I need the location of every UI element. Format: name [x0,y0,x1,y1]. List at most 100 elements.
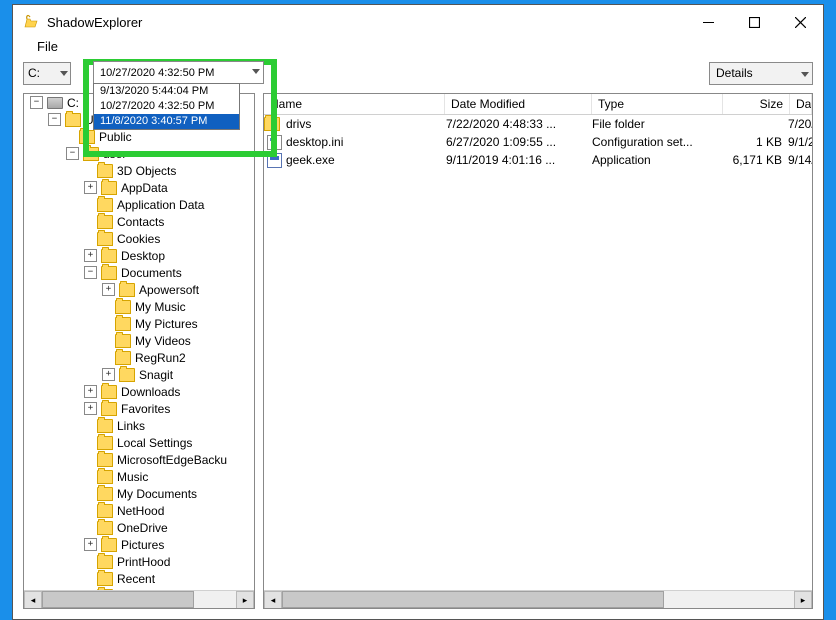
tree-node[interactable]: Local Settings [24,434,254,451]
folder-icon [266,117,282,131]
tree-node[interactable]: Cookies [24,230,254,247]
scroll-track[interactable] [42,591,236,608]
folder-icon [97,504,113,518]
tree-node[interactable]: 3D Objects [24,162,254,179]
expand-icon[interactable]: + [84,538,97,551]
expand-icon[interactable]: + [84,385,97,398]
file-type: Application [586,153,716,167]
tree-node-label: Contacts [117,215,164,229]
tree-node[interactable]: Recent [24,570,254,587]
scroll-thumb[interactable] [42,591,194,608]
scroll-thumb[interactable] [282,591,664,608]
tree-node[interactable]: My Pictures [24,315,254,332]
close-button[interactable] [777,6,823,38]
file-name: drivs [286,117,440,131]
expand-icon[interactable]: + [84,249,97,262]
view-mode-select[interactable]: Details [709,62,813,85]
collapse-icon[interactable]: − [30,96,43,109]
scroll-track[interactable] [282,591,794,608]
file-row[interactable]: desktop.ini6/27/2020 1:09:55 ...Configur… [264,133,812,151]
tree-node[interactable]: My Documents [24,485,254,502]
tree-node[interactable]: +AppData [24,179,254,196]
tree-node[interactable]: + Favorites [24,400,254,417]
snapshot-select[interactable]: 10/27/2020 4:32:50 PM [93,61,264,84]
tree-node[interactable]: +Pictures [24,536,254,553]
tree-node[interactable]: My Music [24,298,254,315]
expand-icon[interactable]: + [84,181,97,194]
tree-node[interactable]: My Videos [24,332,254,349]
collapse-icon[interactable]: − [48,113,61,126]
tree-node[interactable]: − Documents [24,264,254,281]
tree-node[interactable]: MicrosoftEdgeBacku [24,451,254,468]
snapshot-option[interactable]: 11/8/2020 3:40:57 PM [94,114,239,129]
tree-node[interactable]: Application Data [24,196,254,213]
column-header-modified[interactable]: Date Modified [445,94,592,114]
collapse-icon[interactable]: − [66,147,79,160]
tree-node[interactable]: +Snagit [24,366,254,383]
file-row[interactable]: drivs7/22/2020 4:48:33 ...File folder7/2… [264,115,812,133]
tree-node[interactable]: +Downloads [24,383,254,400]
tree-node[interactable]: PrintHood [24,553,254,570]
tree-node-label: C: [67,96,79,110]
tree-node[interactable]: −user [24,145,254,162]
tree-node[interactable]: +Desktop [24,247,254,264]
toolbar: C: 10/27/2020 4:32:50 PM 9/13/2020 5:44:… [13,61,823,85]
drive-label: C: [28,66,40,80]
tree-node-label: Application Data [117,198,204,212]
tree-node-label: PrintHood [117,555,170,569]
column-header-type[interactable]: Type [592,94,723,114]
file-row[interactable]: geek.exe9/11/2019 4:01:16 ...Application… [264,151,812,169]
snapshot-option[interactable]: 10/27/2020 4:32:50 PM [94,99,239,114]
list-hscrollbar[interactable]: ◂ ▸ [264,590,812,608]
tree-hscrollbar[interactable]: ◂ ▸ [24,590,254,608]
chevron-down-icon [60,65,68,79]
expand-icon[interactable]: + [102,283,115,296]
tree-node-label: My Videos [135,334,191,348]
column-header-name[interactable]: Name [264,94,445,114]
folder-icon [97,419,113,433]
folder-icon [119,368,135,382]
scroll-right-button[interactable]: ▸ [236,591,254,609]
maximize-button[interactable] [731,6,777,38]
menu-file[interactable]: File [31,37,64,56]
tree-node[interactable]: OneDrive [24,519,254,536]
tree-node[interactable]: +Apowersoft [24,281,254,298]
tree-node[interactable]: NetHood [24,502,254,519]
title-bar[interactable]: ShadowExplorer [13,5,823,39]
column-header-size[interactable]: Size [723,94,790,114]
tree-node[interactable]: Public [24,128,254,145]
minimize-button[interactable] [685,6,731,38]
app-window: ShadowExplorer File C: 10/27/2020 4:32:5… [12,4,824,620]
folder-icon [115,317,131,331]
folder-icon [101,181,117,195]
file-list-pane: Name Date Modified Type Size Date drivs7… [263,93,813,609]
tree-node[interactable]: Music [24,468,254,485]
drive-select[interactable]: C: [23,62,71,85]
tree-node-label: Favorites [121,402,170,416]
collapse-icon[interactable]: − [84,266,97,279]
scroll-left-button[interactable]: ◂ [264,591,282,609]
folder-icon [115,351,131,365]
tree-node-label: Cookies [117,232,160,246]
client-area: −C:−UsersPublic−user3D Objects+AppDataAp… [23,93,813,609]
tree-node-label: Local Settings [117,436,192,450]
folder-icon [101,249,117,263]
folder-icon [101,538,117,552]
tree-node-label: NetHood [117,504,164,518]
expand-icon[interactable]: + [84,402,97,415]
column-header-date[interactable]: Date [790,94,812,114]
folder-icon [115,300,131,314]
expand-icon[interactable]: + [102,368,115,381]
tree-node[interactable]: RegRun2 [24,349,254,366]
snapshot-option[interactable]: 9/13/2020 5:44:04 PM [94,84,239,99]
tree-node-label: Documents [121,266,182,280]
file-date: 9/1/2 [782,135,812,149]
tree-node[interactable]: Links [24,417,254,434]
folder-tree[interactable]: −C:−UsersPublic−user3D Objects+AppDataAp… [24,94,254,590]
scroll-left-button[interactable]: ◂ [24,591,42,609]
scroll-right-button[interactable]: ▸ [794,591,812,609]
folder-icon [97,436,113,450]
tree-node[interactable]: Contacts [24,213,254,230]
folder-icon [101,402,117,416]
tree-node-label: Public [99,130,132,144]
